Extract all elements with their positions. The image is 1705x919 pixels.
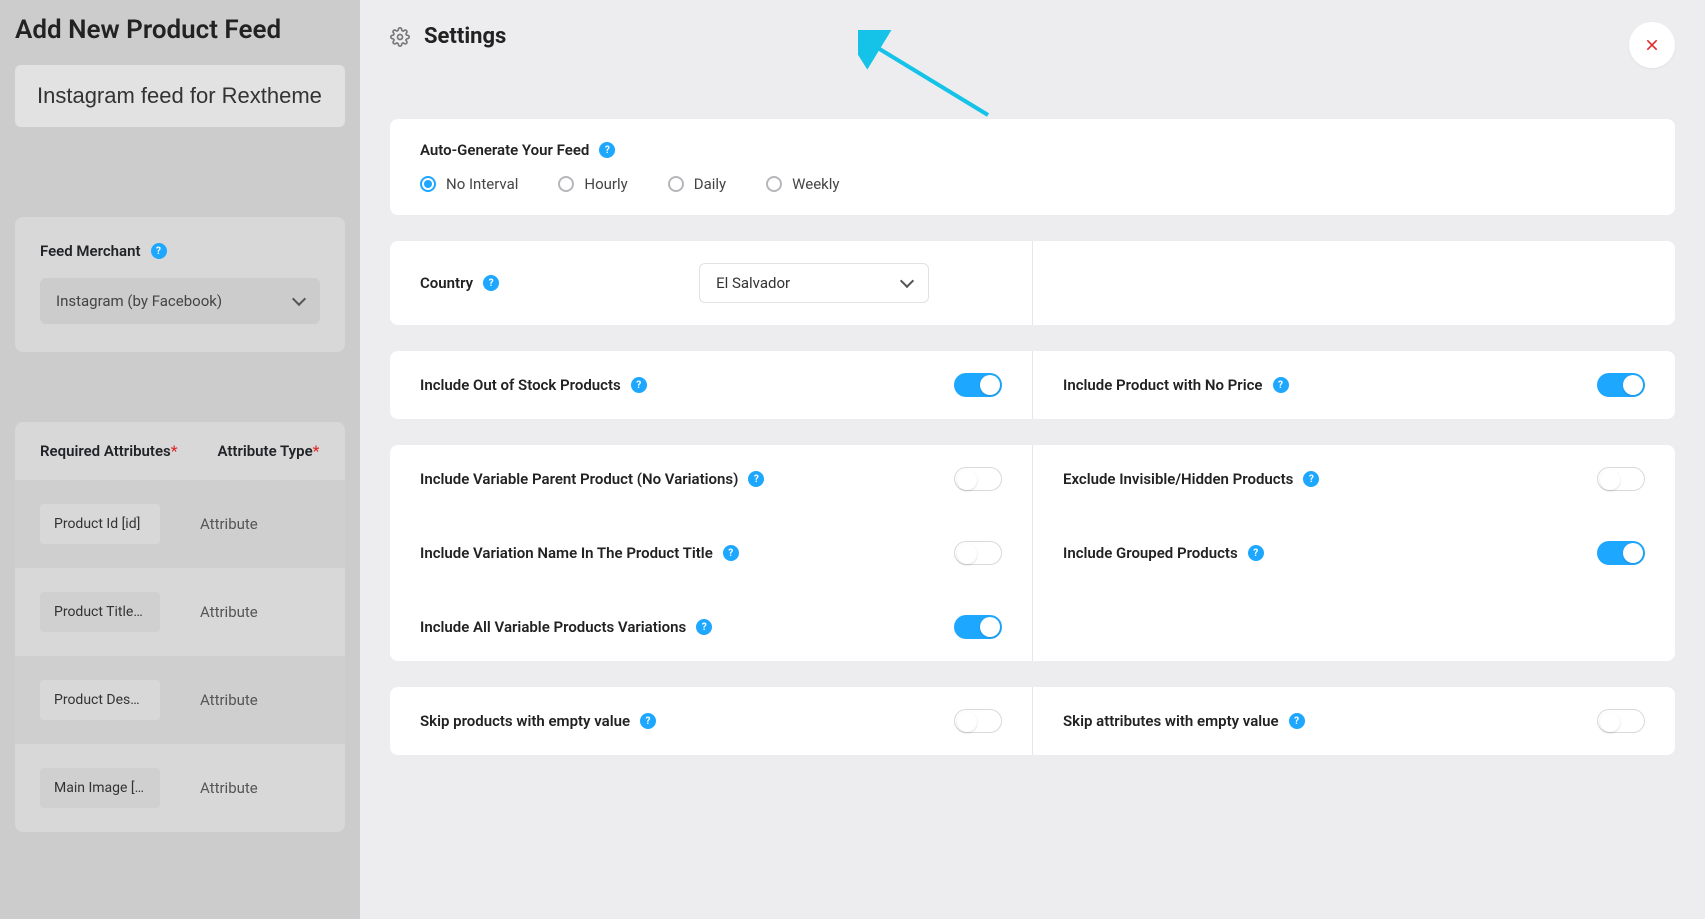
toggle-label: Include Product with No Price	[1063, 376, 1263, 394]
toggle-label: Include Out of Stock Products	[420, 376, 621, 394]
radio-daily[interactable]: Daily	[668, 175, 726, 193]
radio-dot-icon	[558, 176, 574, 192]
toggle-card-1: Include Out of Stock Products ? Include …	[390, 351, 1675, 419]
toggle-out-of-stock[interactable]	[954, 373, 1002, 397]
attribute-tag[interactable]: Product Desc…	[40, 680, 160, 720]
country-value: El Salvador	[716, 274, 790, 292]
attribute-tag[interactable]: Main Image […	[40, 768, 160, 808]
help-icon[interactable]: ?	[1289, 713, 1305, 729]
settings-title: Settings	[424, 24, 506, 49]
country-label: Country	[420, 274, 473, 292]
table-row: Product Title … Attribute	[15, 568, 345, 656]
auto-generate-label: Auto-Generate Your Feed	[420, 141, 589, 159]
help-icon[interactable]: ?	[696, 619, 712, 635]
toggle-card-3: Skip products with empty value ? Skip at…	[390, 687, 1675, 755]
gear-icon	[390, 27, 410, 47]
toggle-all-variations[interactable]	[954, 615, 1002, 639]
radio-label: Hourly	[584, 175, 627, 193]
radio-dot-icon	[766, 176, 782, 192]
radio-label: No Interval	[446, 175, 518, 193]
required-attributes-header: Required Attributes	[40, 442, 171, 460]
toggle-variable-parent[interactable]	[954, 467, 1002, 491]
toggle-label: Include Variable Parent Product (No Vari…	[420, 470, 738, 488]
help-icon[interactable]: ?	[151, 243, 167, 259]
radio-dot-icon	[668, 176, 684, 192]
toggle-exclude-hidden[interactable]	[1597, 467, 1645, 491]
help-icon[interactable]: ?	[1248, 545, 1264, 561]
help-icon[interactable]: ?	[599, 142, 615, 158]
toggle-label: Include All Variable Products Variations	[420, 618, 686, 636]
help-icon[interactable]: ?	[640, 713, 656, 729]
table-row: Product Desc… Attribute	[15, 656, 345, 744]
feed-merchant-selected: Instagram (by Facebook)	[56, 292, 222, 310]
page-title: Add New Product Feed	[15, 15, 345, 45]
toggle-label: Include Grouped Products	[1063, 544, 1238, 562]
chevron-down-icon	[900, 274, 914, 288]
help-icon[interactable]: ?	[631, 377, 647, 393]
table-row: Product Id [id] Attribute	[15, 480, 345, 568]
attribute-type: Attribute	[200, 515, 290, 533]
help-icon[interactable]: ?	[1303, 471, 1319, 487]
attribute-type: Attribute	[200, 603, 290, 621]
radio-dot-icon	[420, 176, 436, 192]
attributes-table: Required Attributes* Attribute Type* Pro…	[15, 422, 345, 832]
toggle-label: Skip attributes with empty value	[1063, 712, 1279, 730]
feed-merchant-select[interactable]: Instagram (by Facebook)	[40, 278, 320, 324]
toggle-skip-products-empty[interactable]	[954, 709, 1002, 733]
chevron-down-icon	[292, 292, 306, 306]
toggle-label: Include Variation Name In The Product Ti…	[420, 544, 713, 562]
feed-merchant-card: Feed Merchant ? Instagram (by Facebook)	[15, 217, 345, 352]
attribute-tag[interactable]: Product Title …	[40, 592, 160, 632]
help-icon[interactable]: ?	[723, 545, 739, 561]
toggle-grouped[interactable]	[1597, 541, 1645, 565]
radio-label: Weekly	[792, 175, 839, 193]
toggle-label: Exclude Invisible/Hidden Products	[1063, 470, 1293, 488]
table-row: Main Image [… Attribute	[15, 744, 345, 832]
help-icon[interactable]: ?	[1273, 377, 1289, 393]
radio-hourly[interactable]: Hourly	[558, 175, 627, 193]
auto-generate-options: No Interval Hourly Daily Weekly	[420, 175, 1645, 193]
close-button[interactable]	[1629, 22, 1675, 68]
toggle-no-price[interactable]	[1597, 373, 1645, 397]
help-icon[interactable]: ?	[748, 471, 764, 487]
attribute-type-header: Attribute Type	[217, 442, 312, 460]
radio-weekly[interactable]: Weekly	[766, 175, 839, 193]
attribute-type: Attribute	[200, 691, 290, 709]
attribute-tag[interactable]: Product Id [id]	[40, 504, 160, 544]
toggle-skip-attributes-empty[interactable]	[1597, 709, 1645, 733]
country-select[interactable]: El Salvador	[699, 263, 929, 303]
auto-generate-card: Auto-Generate Your Feed ? No Interval Ho…	[390, 119, 1675, 215]
attribute-type: Attribute	[200, 779, 290, 797]
close-icon	[1644, 37, 1660, 53]
settings-panel: Settings Auto-Generate Your Feed ? No In…	[360, 0, 1705, 919]
toggle-label: Skip products with empty value	[420, 712, 630, 730]
radio-no-interval[interactable]: No Interval	[420, 175, 518, 193]
feed-name-input[interactable]	[15, 65, 345, 127]
country-card: Country ? El Salvador	[390, 241, 1675, 325]
toggle-card-2: Include Variable Parent Product (No Vari…	[390, 445, 1675, 661]
toggle-variation-name-title[interactable]	[954, 541, 1002, 565]
feed-merchant-label: Feed Merchant	[40, 242, 141, 260]
help-icon[interactable]: ?	[483, 275, 499, 291]
background-panel: Add New Product Feed Feed Merchant ? Ins…	[0, 0, 360, 919]
radio-label: Daily	[694, 175, 726, 193]
